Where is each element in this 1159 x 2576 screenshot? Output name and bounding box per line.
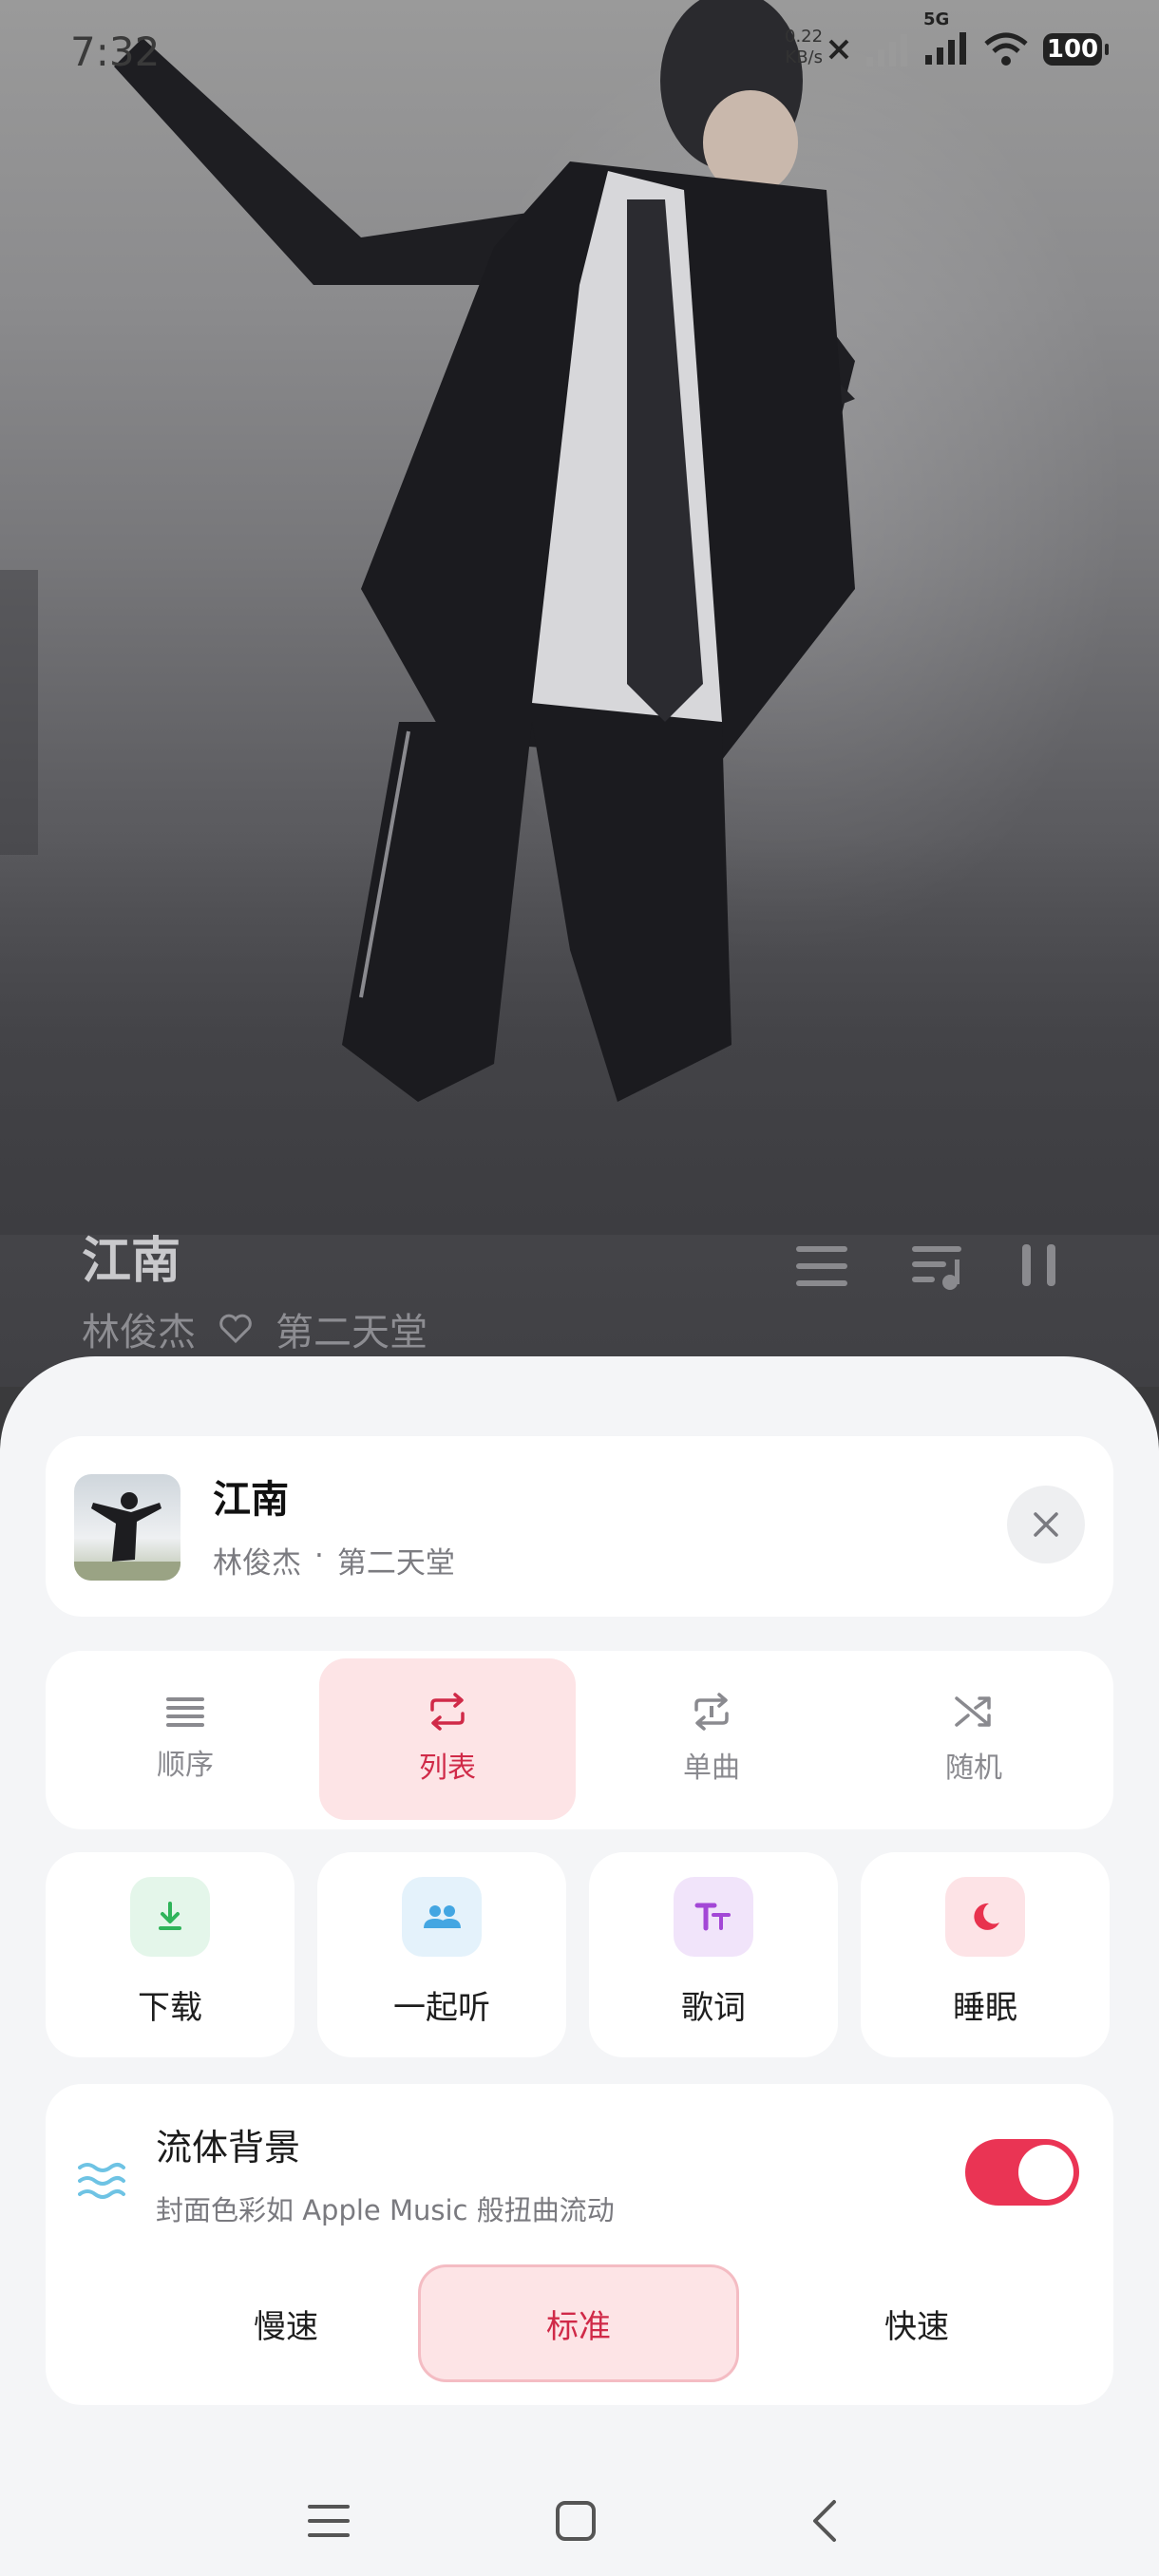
home-square-icon	[556, 2501, 596, 2541]
mode-label: 顺序	[157, 1749, 214, 1782]
status-bar: 7:32 0.22 KB/s 5G 100	[0, 0, 1159, 104]
system-navigation-bar	[0, 2458, 1159, 2576]
mode-repeat-one[interactable]: 单曲	[583, 1658, 840, 1820]
download-button[interactable]: 下载	[46, 1852, 294, 2057]
lyrics-button[interactable]: 歌词	[589, 1852, 838, 2057]
action-label: 一起听	[393, 1989, 490, 2027]
mode-shuffle[interactable]: 随机	[846, 1658, 1102, 1820]
now-playing-artist: 林俊杰	[213, 1546, 301, 1581]
menu-icon[interactable]	[794, 1242, 849, 1290]
cover-figure	[74, 1492, 180, 1581]
download-icon	[159, 1902, 181, 1930]
close-icon	[1034, 1512, 1058, 1537]
moon-icon	[974, 1903, 999, 1930]
lyrics-icon-wrap	[674, 1877, 753, 1957]
play-mode-selector: 顺序 列表 单曲 随机	[46, 1651, 1113, 1829]
nav-home-button[interactable]	[547, 2492, 604, 2549]
now-playing-subtitle: 林俊杰 · 第二天堂	[213, 1539, 455, 1582]
action-label: 下载	[138, 1989, 202, 2027]
moon-icon-wrap	[945, 1877, 1025, 1957]
bg-song-title: 江南	[82, 1233, 181, 1290]
toggle-knob	[1018, 2145, 1074, 2200]
listen-together-button[interactable]: 一起听	[317, 1852, 566, 2057]
lyrics-icon	[694, 1903, 731, 1931]
battery-indicator: 100	[1043, 33, 1109, 66]
fluid-background-card: 流体背景 封面色彩如 Apple Music 般扭曲流动 慢速 标准 快速	[46, 2084, 1113, 2405]
now-playing-album: 第二天堂	[336, 1546, 455, 1581]
back-chevron-icon	[813, 2500, 836, 2542]
pause-icon[interactable]	[1020, 1242, 1058, 1290]
heart-icon[interactable]	[218, 1314, 253, 1344]
fluid-background-title: 流体背景	[156, 2127, 301, 2169]
network-speed: 0.22 KB/s	[785, 27, 824, 67]
playlist-icon[interactable]	[910, 1241, 969, 1292]
list-order-icon	[166, 1697, 204, 1727]
speed-fast-button[interactable]: 快速	[756, 2264, 1077, 2382]
status-icons: 5G 100	[826, 9, 1109, 74]
nav-back-button[interactable]	[796, 2492, 853, 2549]
signal-5g-icon	[925, 32, 966, 65]
status-time: 7:32	[70, 28, 161, 75]
bg-song-subtitle: 林俊杰 第二天堂	[82, 1301, 428, 1356]
mode-label: 随机	[945, 1752, 1002, 1785]
waves-icon	[78, 2163, 125, 2199]
album-art-background	[0, 0, 1159, 1387]
download-icon-wrap	[130, 1877, 210, 1957]
bg-album: 第二天堂	[276, 1311, 428, 1354]
close-button[interactable]	[1007, 1486, 1085, 1563]
artist-photo	[114, 0, 855, 1102]
now-playing-title: 江南	[213, 1478, 289, 1522]
repeat-icon	[430, 1693, 465, 1731]
album-cover-thumbnail	[74, 1474, 180, 1581]
player-options-sheet: 江南 林俊杰 · 第二天堂 顺序 列表 单曲 随机 下载 一起听 歌词 睡眠 流…	[0, 1356, 1159, 2576]
fluid-background-toggle[interactable]	[965, 2139, 1079, 2206]
nav-menu-icon	[308, 2505, 350, 2537]
signal-icon	[866, 34, 907, 66]
speed-standard-button[interactable]: 标准	[418, 2264, 739, 2382]
no-signal-icon	[828, 39, 849, 60]
people-icon	[424, 1905, 461, 1928]
people-icon-wrap	[402, 1877, 482, 1957]
nav-menu-button[interactable]	[300, 2492, 357, 2549]
wifi-icon	[984, 32, 1028, 66]
signal-5g: 5G	[923, 9, 969, 70]
bg-artist: 林俊杰	[82, 1311, 196, 1354]
mode-label: 列表	[419, 1752, 476, 1785]
fluid-background-description: 封面色彩如 Apple Music 般扭曲流动	[156, 2194, 615, 2226]
action-label: 歌词	[681, 1989, 746, 2027]
repeat-one-icon	[694, 1693, 729, 1731]
mode-sequential[interactable]: 顺序	[57, 1658, 314, 1820]
mode-label: 单曲	[683, 1752, 740, 1785]
subtitle-separator: ·	[314, 1539, 324, 1573]
mode-list-repeat[interactable]: 列表	[319, 1658, 576, 1820]
shuffle-icon	[955, 1696, 991, 1727]
speed-slow-button[interactable]: 慢速	[125, 2264, 446, 2382]
sleep-timer-button[interactable]: 睡眠	[861, 1852, 1110, 2057]
action-label: 睡眠	[953, 1989, 1017, 2027]
now-playing-card: 江南 林俊杰 · 第二天堂	[46, 1436, 1113, 1617]
